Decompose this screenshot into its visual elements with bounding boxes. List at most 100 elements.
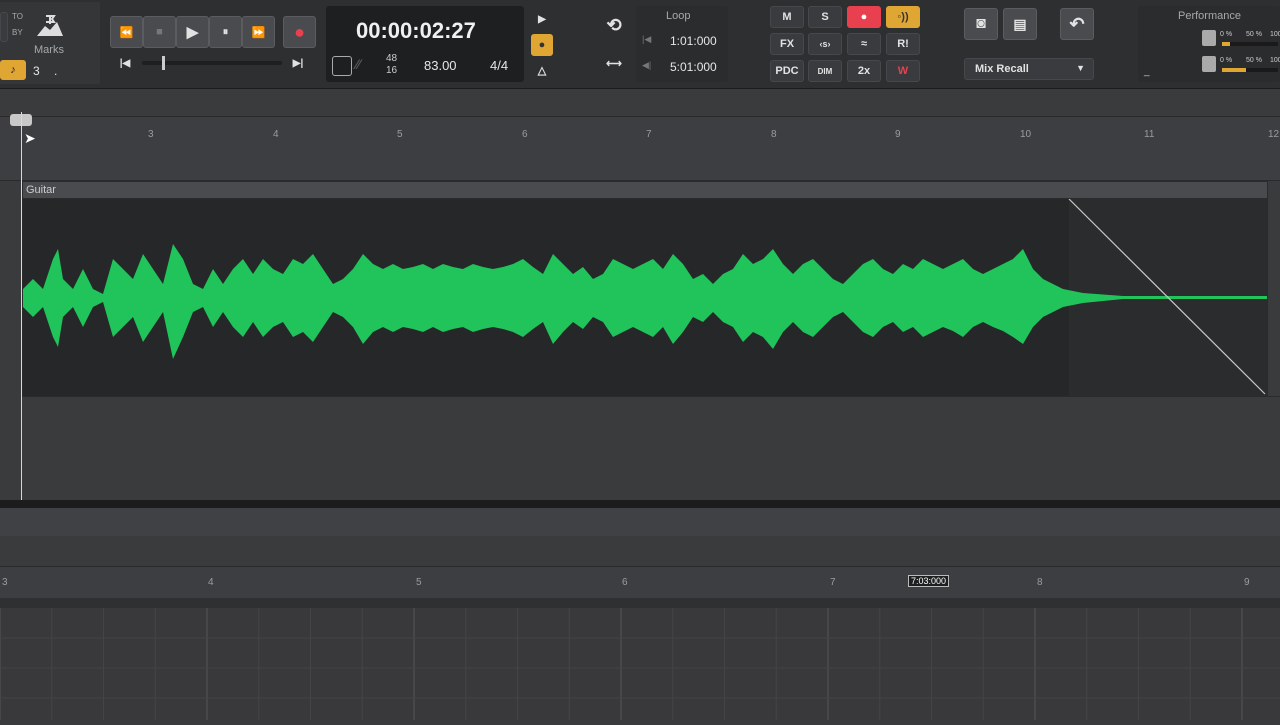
to-label: TO bbox=[12, 12, 23, 21]
marks-label: Marks bbox=[34, 44, 64, 56]
audio-clip[interactable] bbox=[22, 199, 1268, 396]
play-arrow-button[interactable]: ▶ bbox=[532, 10, 552, 28]
loop-end-icon: ◀| bbox=[642, 60, 652, 70]
snap-dot[interactable]: . bbox=[54, 64, 57, 78]
empty-track-area[interactable] bbox=[22, 396, 1280, 501]
sync-icon[interactable] bbox=[332, 56, 352, 76]
metronome-settings-button[interactable]: △ bbox=[532, 60, 552, 80]
ruler-tick: 4 bbox=[273, 129, 279, 140]
lower-pane-spacer bbox=[0, 536, 1280, 566]
clock[interactable]: 00:00:02:27 bbox=[356, 18, 476, 44]
go-to-start-icon: |◀ bbox=[119, 57, 131, 69]
input-echo-button[interactable]: ◦)) bbox=[886, 6, 920, 28]
time-display[interactable]: 00:00:02:27 ⁄⁄ 48 16 83.00 4/4 bbox=[326, 6, 524, 82]
snap-value[interactable]: 3 bbox=[33, 64, 40, 78]
mute-button[interactable]: M bbox=[770, 6, 804, 28]
tempo-value[interactable]: 83.00 bbox=[424, 58, 457, 73]
loop-start[interactable]: 1:01:000 bbox=[670, 34, 717, 48]
by-label: BY bbox=[12, 28, 23, 37]
shuttle-slider[interactable] bbox=[142, 56, 282, 70]
ruler-tick: 6 bbox=[522, 129, 528, 140]
disk-meter-50: 50 % bbox=[1246, 57, 1262, 64]
snap-toggle[interactable] bbox=[0, 12, 8, 42]
pause-button[interactable]: ⏸ bbox=[209, 16, 242, 48]
go-to-end-button[interactable]: ▶| bbox=[287, 54, 309, 72]
ruler-tick: 3 bbox=[2, 577, 8, 588]
record-arm-icon: ● bbox=[860, 11, 868, 23]
speaker-icon: ◦)) bbox=[897, 11, 909, 23]
loop-to-selection-button[interactable]: ⟷ bbox=[598, 48, 630, 78]
cpu-meter-50: 50 % bbox=[1246, 31, 1262, 38]
marker-lane[interactable] bbox=[0, 150, 1280, 181]
read-enable-label: R! bbox=[897, 38, 909, 50]
marks-icon bbox=[37, 15, 63, 36]
cpu-meter-bar bbox=[1222, 42, 1278, 46]
dim-label: DIM bbox=[817, 66, 833, 76]
fx-button[interactable]: FX bbox=[770, 33, 804, 55]
clip-name: Guitar bbox=[26, 184, 56, 196]
disk-meter-bar bbox=[1222, 68, 1278, 72]
mouse-cursor-icon: ➤ bbox=[24, 130, 36, 146]
play-icon: ▶ bbox=[186, 24, 199, 41]
read-enable-button[interactable]: R! bbox=[886, 33, 920, 55]
chevron-down-icon: ▼ bbox=[1076, 63, 1085, 73]
write-button[interactable]: W bbox=[886, 60, 920, 82]
record-arm-button[interactable]: ● bbox=[847, 6, 881, 28]
camera-icon: ◙ bbox=[976, 15, 986, 32]
loop-selection-icon: ⟷ bbox=[606, 57, 622, 70]
cursor-time-readout: 7:03:000 bbox=[908, 575, 950, 587]
lower-pane-toolbar bbox=[0, 508, 1280, 537]
performance-panel: Performance 0 % 50 % 100 0 % 50 % 100 _ bbox=[1138, 6, 1280, 82]
pause-icon: ⏸ bbox=[222, 25, 229, 38]
note-icon: ♪ bbox=[10, 64, 16, 76]
undo-button[interactable]: ↶ bbox=[1060, 8, 1094, 40]
snapshot-button[interactable]: ◙ bbox=[964, 8, 998, 40]
shuttle-handle[interactable] bbox=[162, 56, 165, 70]
loop-panel: Loop |◀ 1:01:000 ◀| 5:01:000 bbox=[636, 6, 728, 82]
ruler-tick: 12 bbox=[1268, 129, 1280, 140]
loop-end[interactable]: 5:01:000 bbox=[670, 60, 717, 74]
clip-header[interactable]: Guitar bbox=[22, 181, 1268, 199]
mute-label: M bbox=[782, 11, 792, 23]
ruler-tick: 9 bbox=[1244, 577, 1250, 588]
performance-title: Performance bbox=[1178, 10, 1241, 22]
fast-forward-icon: ⏩ bbox=[251, 26, 266, 39]
playhead[interactable] bbox=[21, 112, 22, 506]
ruler-tick: 4 bbox=[208, 577, 214, 588]
speed-button[interactable]: 2x bbox=[847, 60, 881, 82]
loop-toggle-button[interactable]: ⟲ bbox=[598, 10, 630, 40]
top-time-ruler[interactable]: 3 4 5 6 7 8 9 10 11 12 bbox=[0, 116, 1280, 152]
play-button[interactable]: ▶ bbox=[176, 16, 209, 48]
automation-button[interactable]: ≈ bbox=[847, 33, 881, 55]
cpu-icon bbox=[1202, 30, 1216, 46]
meter-value[interactable]: 4/4 bbox=[490, 58, 508, 73]
dot-icon: ● bbox=[538, 39, 546, 51]
record-button[interactable]: ● bbox=[283, 16, 316, 48]
pane-divider[interactable] bbox=[0, 500, 1280, 508]
mix-recall-dropdown[interactable]: Mix Recall ▼ bbox=[964, 58, 1094, 80]
piano-roll-grid[interactable] bbox=[0, 608, 1280, 720]
metronome-button[interactable]: ● bbox=[531, 34, 553, 56]
disk-meter-0: 0 % bbox=[1220, 57, 1233, 64]
rewind-icon: ⏪ bbox=[119, 26, 134, 39]
solo-button[interactable]: S bbox=[808, 6, 842, 28]
disk-meter-100: 100 bbox=[1270, 57, 1280, 64]
rewind-button[interactable]: ⏪ bbox=[110, 16, 143, 48]
go-to-start-button[interactable]: |◀ bbox=[114, 54, 136, 72]
ruler-tick: 7 bbox=[646, 129, 652, 140]
pdc-button[interactable]: PDC bbox=[770, 60, 804, 82]
write-icon: W bbox=[897, 65, 909, 77]
ruler-tick: 5 bbox=[416, 577, 422, 588]
interleave-button[interactable]: ‹s› bbox=[808, 33, 842, 55]
bottom-time-ruler[interactable]: 3 4 5 6 7 8 9 7:03:000 bbox=[0, 566, 1280, 600]
metronome-off-icon[interactable]: ⁄⁄ bbox=[356, 56, 361, 72]
notes-button[interactable]: ▤ bbox=[1003, 8, 1037, 40]
stop-button[interactable]: ■ bbox=[143, 16, 176, 48]
snap-note-button[interactable]: ♪ bbox=[0, 60, 26, 80]
ruler-tick: 3 bbox=[148, 129, 154, 140]
fast-forward-button[interactable]: ⏩ bbox=[242, 16, 275, 48]
dim-button[interactable]: DIM bbox=[808, 60, 842, 82]
go-to-end-icon: ▶| bbox=[292, 57, 304, 69]
cpu-meter-0: 0 % bbox=[1220, 31, 1233, 38]
marks-button[interactable] bbox=[34, 10, 66, 40]
